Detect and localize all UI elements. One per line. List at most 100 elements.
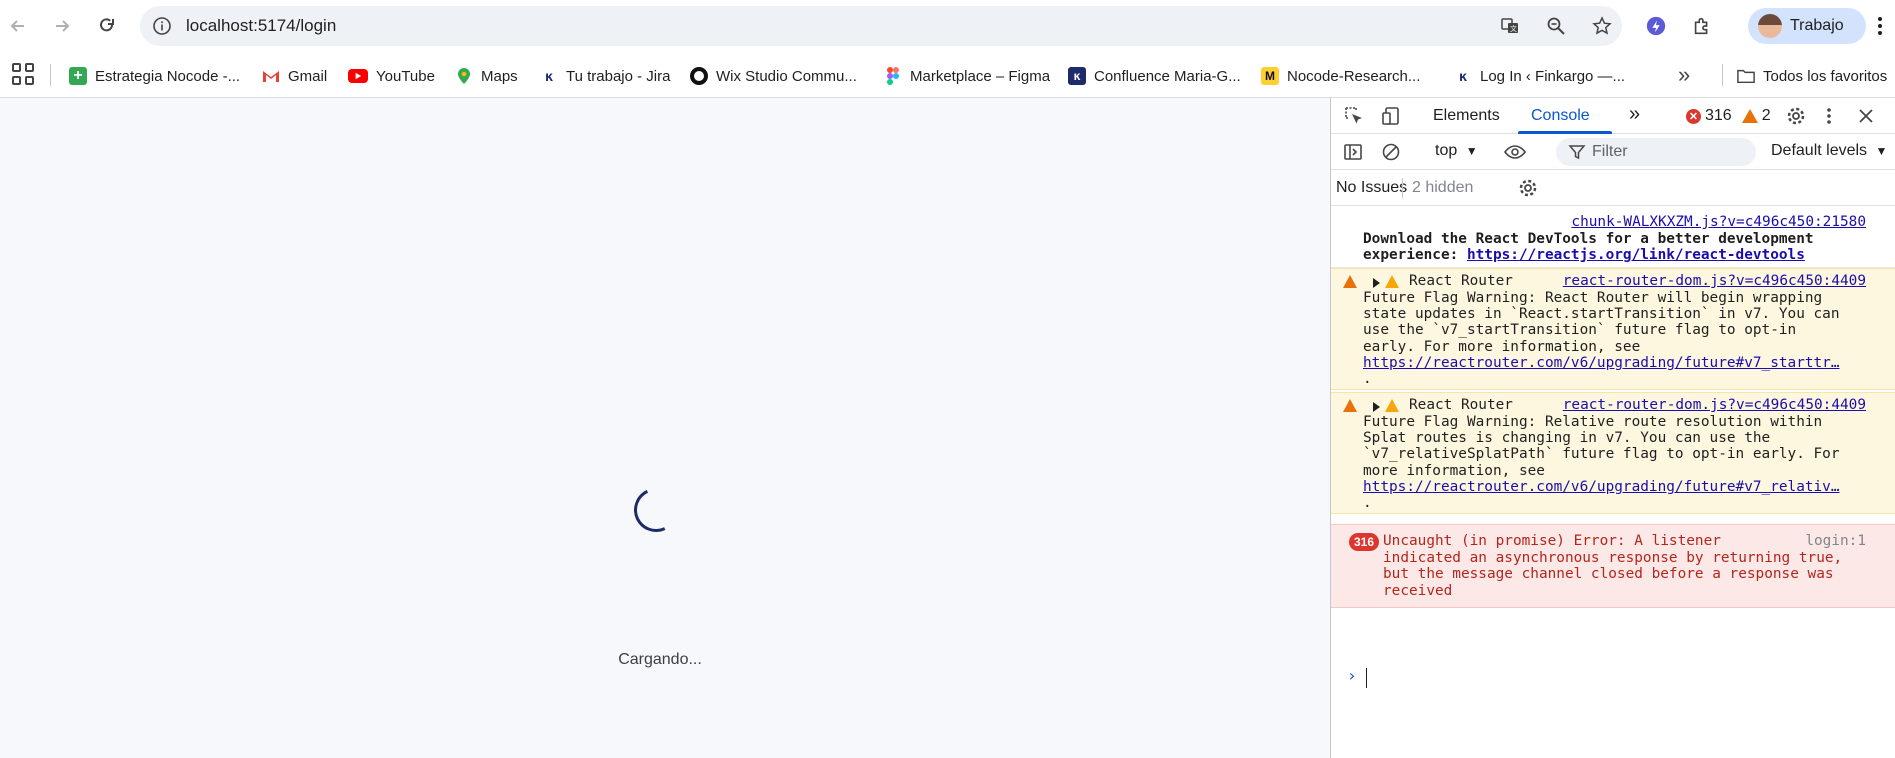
- warning-icon: [1343, 399, 1357, 412]
- figma-icon: [884, 67, 902, 85]
- console-message-error: 316 Uncaught (in promise) Error: A liste…: [1331, 524, 1895, 608]
- console-message-warning: React Router react-router-dom.js?v=c496c…: [1331, 392, 1895, 514]
- filter-funnel-icon: [1568, 145, 1586, 160]
- bookmark-label: Gmail: [288, 67, 328, 85]
- bookmark-item[interactable]: ĸ Log In ‹ Finkargo —...: [1454, 64, 1625, 88]
- context-selector[interactable]: top ▼: [1435, 142, 1478, 160]
- message-text: but the message channel closed before a …: [1383, 566, 1834, 582]
- extension-icon[interactable]: [1642, 12, 1670, 40]
- devtools-tab-bar: Elements Console » ✕ 316 2: [1331, 98, 1895, 134]
- arrow-right-icon: [56, 20, 70, 32]
- warning-icon: [1385, 399, 1399, 412]
- source-link[interactable]: react-router-dom.js?v=c496c450:4409: [1563, 397, 1866, 414]
- message-text: Future Flag Warning: React Router will b…: [1363, 290, 1823, 306]
- bookmark-item[interactable]: Maps: [455, 64, 518, 88]
- message-text: use the `v7_startTransition` future flag…: [1363, 322, 1797, 338]
- bookmarks-divider: [1722, 64, 1723, 86]
- source-link[interactable]: login:1: [1805, 533, 1866, 550]
- extensions-puzzle-icon[interactable]: [1688, 12, 1716, 40]
- all-bookmarks-folder[interactable]: Todos los favoritos: [1737, 64, 1887, 88]
- bookmark-item[interactable]: YouTube: [348, 64, 435, 88]
- bookmark-item[interactable]: ĸ Tu trabajo - Jira: [540, 64, 670, 88]
- message-text: .: [1363, 495, 1372, 511]
- bookmark-item[interactable]: ĸ Confluence Maria-G...: [1068, 64, 1241, 88]
- bookmark-item[interactable]: Gmail: [262, 64, 327, 88]
- console-filter-input-wrapper: [1556, 138, 1756, 166]
- svg-text:文: 文: [1510, 24, 1517, 33]
- docs-link[interactable]: https://reactrouter.com/v6/upgrading/fut…: [1363, 479, 1840, 496]
- message-group-label: React Router: [1409, 273, 1513, 289]
- bookmarks-overflow-button[interactable]: »: [1678, 62, 1690, 88]
- error-warning-counter[interactable]: ✕ 316 2: [1686, 107, 1771, 125]
- source-link[interactable]: react-router-dom.js?v=c496c450:4409: [1563, 273, 1866, 290]
- page-viewport: Cargando...: [0, 98, 1330, 758]
- console-filter-input[interactable]: [1592, 142, 1742, 162]
- bookmark-item[interactable]: + Estrategia Nocode -...: [69, 64, 240, 88]
- translate-icon[interactable]: 文: [1498, 14, 1522, 38]
- gmail-icon: [262, 67, 280, 85]
- bookmark-label: Marketplace – Figma: [910, 67, 1051, 85]
- back-button[interactable]: [2, 10, 34, 42]
- address-bar[interactable]: localhost:5174/login 文: [140, 6, 1622, 46]
- repeat-count-badge: 316: [1349, 533, 1380, 551]
- issues-divider: [1402, 178, 1403, 198]
- settings-gear-icon[interactable]: [1783, 103, 1809, 129]
- console-message-warning: React Router react-router-dom.js?v=c496c…: [1331, 268, 1895, 390]
- sidebar-toggle-icon[interactable]: [1340, 139, 1366, 165]
- expand-triangle-icon[interactable]: [1373, 402, 1380, 412]
- more-options-icon[interactable]: [1816, 103, 1842, 129]
- bookmarks-bar: + Estrategia Nocode -... Gmail YouTube M…: [0, 52, 1895, 98]
- warning-icon: [1343, 275, 1357, 288]
- issues-status[interactable]: No Issues: [1336, 179, 1407, 197]
- bookmark-item[interactable]: M Nocode-Research...: [1261, 64, 1420, 88]
- close-icon[interactable]: [1853, 103, 1879, 129]
- message-text: Future Flag Warning: Relative route reso…: [1363, 414, 1823, 430]
- browser-toolbar: localhost:5174/login 文 Trabajo: [0, 0, 1895, 52]
- expand-triangle-icon[interactable]: [1373, 278, 1380, 288]
- devtools-link[interactable]: https://reactjs.org/link/react-devtools: [1467, 247, 1805, 263]
- bookmark-label: Log In ‹ Finkargo —...: [1480, 67, 1626, 85]
- message-text: Splat routes is changing in v7. You can …: [1363, 430, 1771, 446]
- loading-text: Cargando...: [618, 651, 702, 668]
- warning-count: 2: [1761, 107, 1771, 124]
- bookmark-label: Wix Studio Commu...: [716, 67, 857, 85]
- warning-icon: [1385, 275, 1399, 288]
- bookmark-label: YouTube: [376, 67, 435, 85]
- more-tabs-button[interactable]: »: [1629, 103, 1640, 126]
- forward-button[interactable]: [46, 10, 78, 42]
- folder-icon: [1737, 67, 1755, 85]
- youtube-icon: [348, 69, 368, 83]
- bookmarks-divider: [50, 64, 51, 86]
- inspect-element-icon[interactable]: [1341, 103, 1367, 129]
- apps-grid-icon[interactable]: [12, 63, 34, 85]
- site-info-icon[interactable]: [150, 14, 174, 38]
- message-text: state updates in `React.startTransition`…: [1363, 306, 1840, 322]
- bookmark-label: Nocode-Research...: [1287, 67, 1421, 85]
- tab-console[interactable]: Console: [1531, 107, 1590, 125]
- console-message-info: chunk-WALXKXZM.js?v=c496c450:21580 Downl…: [1331, 206, 1895, 268]
- source-link[interactable]: chunk-WALXKXZM.js?v=c496c450:21580: [1571, 214, 1866, 231]
- bookmark-item[interactable]: Marketplace – Figma: [884, 64, 1050, 88]
- live-expression-eye-icon[interactable]: [1502, 139, 1528, 165]
- profile-name: Trabajo: [1790, 17, 1844, 34]
- devtools-panel: Elements Console » ✕ 316 2 top ▼ Filter …: [1330, 98, 1895, 758]
- bookmark-label: Maps: [481, 67, 518, 85]
- console-settings-gear-icon[interactable]: [1515, 175, 1541, 201]
- bookmark-label: Estrategia Nocode -...: [95, 67, 241, 85]
- profile-button[interactable]: Trabajo: [1748, 8, 1866, 44]
- bookmark-star-icon[interactable]: [1590, 14, 1614, 38]
- clear-console-icon[interactable]: [1378, 139, 1404, 165]
- device-toolbar-icon[interactable]: [1379, 103, 1405, 129]
- browser-menu-icon[interactable]: [1872, 14, 1888, 38]
- tab-elements[interactable]: Elements: [1433, 107, 1500, 125]
- bookmark-item[interactable]: Wix Studio Commu...: [690, 64, 857, 88]
- url-text[interactable]: localhost:5174/login: [186, 16, 336, 36]
- message-text: Uncaught (in promise) Error: A listener: [1383, 533, 1721, 549]
- reload-button[interactable]: [91, 10, 123, 42]
- zoom-icon[interactable]: [1544, 14, 1568, 38]
- log-levels-dropdown[interactable]: Default levels ▼: [1771, 142, 1887, 160]
- message-group-label: React Router: [1409, 397, 1513, 413]
- docs-link[interactable]: https://reactrouter.com/v6/upgrading/fut…: [1363, 355, 1840, 372]
- console-input[interactable]: [1366, 668, 1367, 688]
- dropdown-arrow-icon: ▼: [1875, 144, 1888, 158]
